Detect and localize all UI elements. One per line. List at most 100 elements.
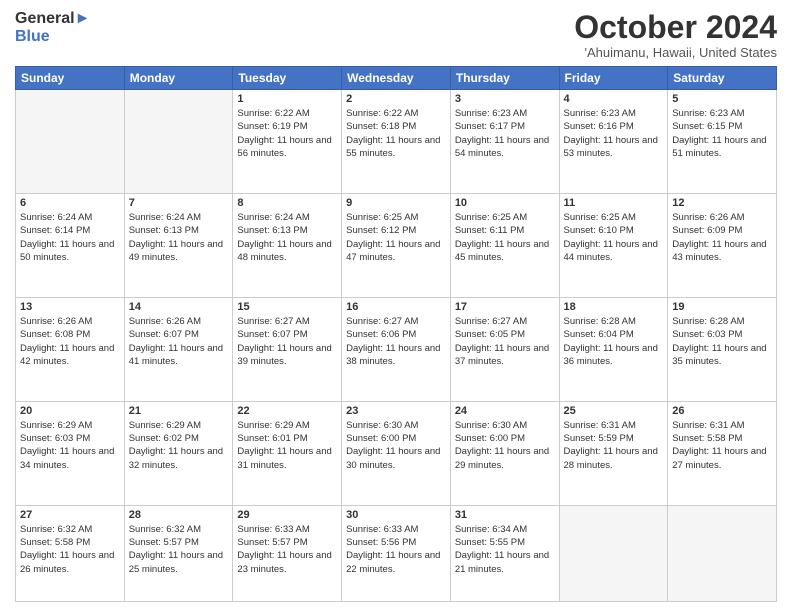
sunrise-text: Sunrise: 6:29 AM — [20, 420, 92, 431]
table-row: 17 Sunrise: 6:27 AM Sunset: 6:05 PM Dayl… — [450, 297, 559, 401]
day-info: Sunrise: 6:29 AM Sunset: 6:01 PM Dayligh… — [237, 419, 337, 472]
sunrise-text: Sunrise: 6:26 AM — [672, 212, 744, 223]
logo-general: General — [15, 10, 75, 27]
table-row: 14 Sunrise: 6:26 AM Sunset: 6:07 PM Dayl… — [124, 297, 233, 401]
sunset-text: Sunset: 6:06 PM — [346, 329, 416, 340]
sunset-text: Sunset: 5:58 PM — [20, 537, 90, 548]
sunset-text: Sunset: 5:57 PM — [237, 537, 307, 548]
daylight-text: Daylight: 11 hours and 22 minutes. — [346, 550, 440, 574]
daylight-text: Daylight: 11 hours and 51 minutes. — [672, 135, 766, 159]
day-info: Sunrise: 6:28 AM Sunset: 6:04 PM Dayligh… — [564, 315, 664, 368]
daylight-text: Daylight: 11 hours and 39 minutes. — [237, 343, 331, 367]
sunrise-text: Sunrise: 6:24 AM — [20, 212, 92, 223]
sunrise-text: Sunrise: 6:33 AM — [237, 524, 309, 535]
day-number: 2 — [346, 93, 446, 105]
sunrise-text: Sunrise: 6:30 AM — [455, 420, 527, 431]
day-info: Sunrise: 6:27 AM Sunset: 6:07 PM Dayligh… — [237, 315, 337, 368]
sunrise-text: Sunrise: 6:28 AM — [672, 316, 744, 327]
day-number: 22 — [237, 405, 337, 417]
sunrise-text: Sunrise: 6:30 AM — [346, 420, 418, 431]
day-info: Sunrise: 6:30 AM Sunset: 6:00 PM Dayligh… — [346, 419, 446, 472]
table-row: 19 Sunrise: 6:28 AM Sunset: 6:03 PM Dayl… — [668, 297, 777, 401]
sunrise-text: Sunrise: 6:22 AM — [237, 108, 309, 119]
col-friday: Friday — [559, 67, 668, 90]
sunrise-text: Sunrise: 6:31 AM — [564, 420, 636, 431]
day-number: 16 — [346, 301, 446, 313]
day-info: Sunrise: 6:25 AM Sunset: 6:12 PM Dayligh… — [346, 211, 446, 264]
day-info: Sunrise: 6:24 AM Sunset: 6:13 PM Dayligh… — [237, 211, 337, 264]
table-row: 8 Sunrise: 6:24 AM Sunset: 6:13 PM Dayli… — [233, 194, 342, 298]
sunrise-text: Sunrise: 6:25 AM — [455, 212, 527, 223]
day-info: Sunrise: 6:25 AM Sunset: 6:11 PM Dayligh… — [455, 211, 555, 264]
day-number: 23 — [346, 405, 446, 417]
day-number: 6 — [20, 197, 120, 209]
daylight-text: Daylight: 11 hours and 21 minutes. — [455, 550, 549, 574]
sunset-text: Sunset: 6:13 PM — [129, 225, 199, 236]
table-row: 30 Sunrise: 6:33 AM Sunset: 5:56 PM Dayl… — [342, 505, 451, 601]
table-row: 7 Sunrise: 6:24 AM Sunset: 6:13 PM Dayli… — [124, 194, 233, 298]
daylight-text: Daylight: 11 hours and 41 minutes. — [129, 343, 223, 367]
col-tuesday: Tuesday — [233, 67, 342, 90]
daylight-text: Daylight: 11 hours and 56 minutes. — [237, 135, 331, 159]
day-number: 20 — [20, 405, 120, 417]
sunset-text: Sunset: 6:08 PM — [20, 329, 90, 340]
sunrise-text: Sunrise: 6:23 AM — [672, 108, 744, 119]
day-number: 5 — [672, 93, 772, 105]
col-saturday: Saturday — [668, 67, 777, 90]
table-row: 18 Sunrise: 6:28 AM Sunset: 6:04 PM Dayl… — [559, 297, 668, 401]
daylight-text: Daylight: 11 hours and 34 minutes. — [20, 446, 114, 470]
table-row: 25 Sunrise: 6:31 AM Sunset: 5:59 PM Dayl… — [559, 401, 668, 505]
col-monday: Monday — [124, 67, 233, 90]
daylight-text: Daylight: 11 hours and 38 minutes. — [346, 343, 440, 367]
sunset-text: Sunset: 6:03 PM — [20, 433, 90, 444]
day-info: Sunrise: 6:26 AM Sunset: 6:08 PM Dayligh… — [20, 315, 120, 368]
sunrise-text: Sunrise: 6:25 AM — [564, 212, 636, 223]
sunset-text: Sunset: 6:13 PM — [237, 225, 307, 236]
sunrise-text: Sunrise: 6:22 AM — [346, 108, 418, 119]
sunrise-text: Sunrise: 6:27 AM — [237, 316, 309, 327]
day-number: 1 — [237, 93, 337, 105]
day-number: 27 — [20, 509, 120, 521]
table-row: 22 Sunrise: 6:29 AM Sunset: 6:01 PM Dayl… — [233, 401, 342, 505]
daylight-text: Daylight: 11 hours and 37 minutes. — [455, 343, 549, 367]
day-number: 30 — [346, 509, 446, 521]
daylight-text: Daylight: 11 hours and 53 minutes. — [564, 135, 658, 159]
sunset-text: Sunset: 6:03 PM — [672, 329, 742, 340]
day-number: 31 — [455, 509, 555, 521]
logo-arrow: ► — [75, 10, 91, 27]
sunset-text: Sunset: 6:09 PM — [672, 225, 742, 236]
sunset-text: Sunset: 6:00 PM — [346, 433, 416, 444]
table-row: 2 Sunrise: 6:22 AM Sunset: 6:18 PM Dayli… — [342, 90, 451, 194]
sunrise-text: Sunrise: 6:26 AM — [20, 316, 92, 327]
day-info: Sunrise: 6:27 AM Sunset: 6:06 PM Dayligh… — [346, 315, 446, 368]
daylight-text: Daylight: 11 hours and 54 minutes. — [455, 135, 549, 159]
table-row: 31 Sunrise: 6:34 AM Sunset: 5:55 PM Dayl… — [450, 505, 559, 601]
day-info: Sunrise: 6:22 AM Sunset: 6:18 PM Dayligh… — [346, 107, 446, 160]
day-info: Sunrise: 6:30 AM Sunset: 6:00 PM Dayligh… — [455, 419, 555, 472]
calendar-header-row: Sunday Monday Tuesday Wednesday Thursday… — [16, 67, 777, 90]
day-info: Sunrise: 6:25 AM Sunset: 6:10 PM Dayligh… — [564, 211, 664, 264]
day-info: Sunrise: 6:31 AM Sunset: 5:59 PM Dayligh… — [564, 419, 664, 472]
sunset-text: Sunset: 6:05 PM — [455, 329, 525, 340]
table-row: 9 Sunrise: 6:25 AM Sunset: 6:12 PM Dayli… — [342, 194, 451, 298]
sunrise-text: Sunrise: 6:32 AM — [129, 524, 201, 535]
sunrise-text: Sunrise: 6:32 AM — [20, 524, 92, 535]
table-row: 10 Sunrise: 6:25 AM Sunset: 6:11 PM Dayl… — [450, 194, 559, 298]
day-number: 9 — [346, 197, 446, 209]
sunset-text: Sunset: 6:00 PM — [455, 433, 525, 444]
table-row: 29 Sunrise: 6:33 AM Sunset: 5:57 PM Dayl… — [233, 505, 342, 601]
daylight-text: Daylight: 11 hours and 25 minutes. — [129, 550, 223, 574]
logo: General► Blue — [15, 10, 90, 47]
sunset-text: Sunset: 5:57 PM — [129, 537, 199, 548]
sunset-text: Sunset: 6:14 PM — [20, 225, 90, 236]
day-number: 24 — [455, 405, 555, 417]
day-info: Sunrise: 6:24 AM Sunset: 6:14 PM Dayligh… — [20, 211, 120, 264]
table-row — [559, 505, 668, 601]
table-row: 5 Sunrise: 6:23 AM Sunset: 6:15 PM Dayli… — [668, 90, 777, 194]
table-row: 23 Sunrise: 6:30 AM Sunset: 6:00 PM Dayl… — [342, 401, 451, 505]
table-row: 4 Sunrise: 6:23 AM Sunset: 6:16 PM Dayli… — [559, 90, 668, 194]
day-info: Sunrise: 6:26 AM Sunset: 6:07 PM Dayligh… — [129, 315, 229, 368]
month-title: October 2024 — [574, 10, 777, 45]
sunset-text: Sunset: 6:18 PM — [346, 121, 416, 132]
sunset-text: Sunset: 6:19 PM — [237, 121, 307, 132]
